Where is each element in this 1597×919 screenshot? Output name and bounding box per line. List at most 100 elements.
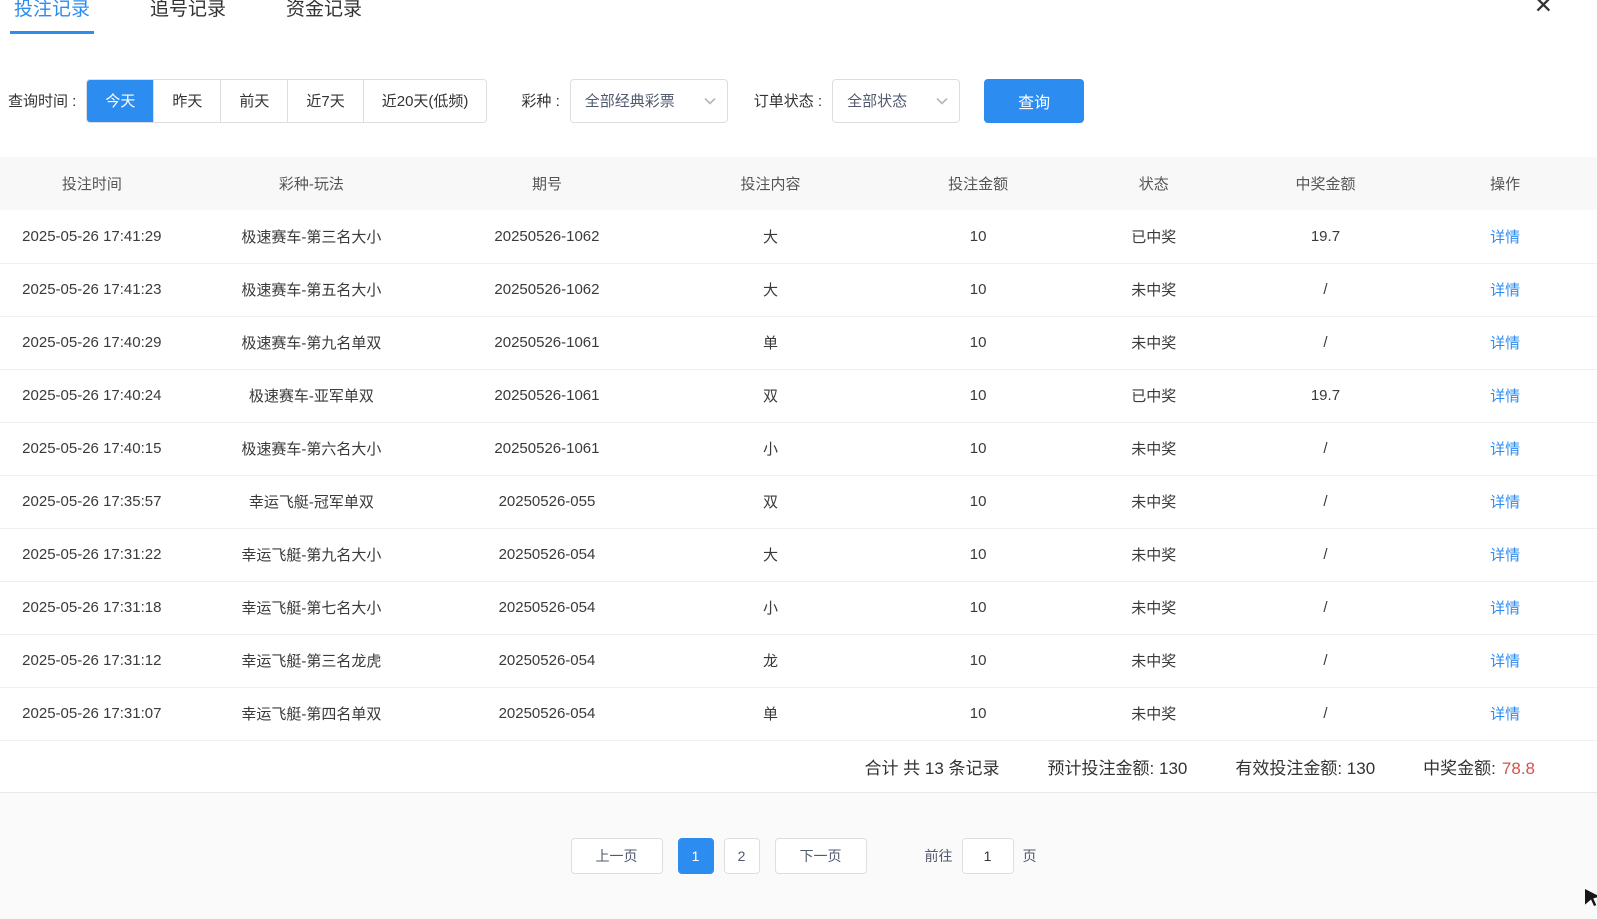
prev-page-button[interactable]: 上一页 xyxy=(571,838,663,874)
order-status-label: 订单状态 : xyxy=(754,90,822,111)
header-actions: 操作 xyxy=(1413,157,1597,210)
issue-number: 20250526-055 xyxy=(439,475,655,528)
time-option-yesterday[interactable]: 昨天 xyxy=(153,80,220,122)
detail-link[interactable]: 详情 xyxy=(1490,653,1520,670)
order-status-select[interactable]: 全部状态 xyxy=(832,79,960,123)
issue-number: 20250526-054 xyxy=(439,687,655,740)
detail-link[interactable]: 详情 xyxy=(1490,706,1520,723)
header-bet-time: 投注时间 xyxy=(0,157,184,210)
game-play: 幸运飞艇-冠军单双 xyxy=(184,475,440,528)
page-button-1[interactable]: 1 xyxy=(678,838,714,874)
time-range-group: 今天 昨天 前天 近7天 近20天(低频) xyxy=(86,79,487,123)
close-icon[interactable]: ✕ xyxy=(1534,0,1553,17)
header-game-play: 彩种-玩法 xyxy=(184,157,440,210)
time-option-day-before[interactable]: 前天 xyxy=(220,80,287,122)
tab-chase-records[interactable]: 追号记录 xyxy=(146,0,230,34)
status-badge: 未中奖 xyxy=(1070,316,1238,369)
bet-content: 大 xyxy=(655,210,887,263)
search-button[interactable]: 查询 xyxy=(984,79,1084,123)
summary-valid-amount: 有效投注金额: 130 xyxy=(1235,754,1375,779)
bet-amount: 10 xyxy=(886,369,1070,422)
bet-content: 小 xyxy=(655,422,887,475)
detail-link[interactable]: 详情 xyxy=(1490,388,1520,405)
lottery-type-value: 全部经典彩票 xyxy=(585,90,675,111)
time-option-20days[interactable]: 近20天(低频) xyxy=(363,80,487,122)
betting-records-panel: 投注记录 追号记录 资金记录 ✕ 查询时间 : 今天 昨天 前天 近7天 近20… xyxy=(0,0,1597,919)
page-button-2[interactable]: 2 xyxy=(724,838,760,874)
issue-number: 20250526-1061 xyxy=(439,422,655,475)
game-play: 幸运飞艇-第三名龙虎 xyxy=(184,634,440,687)
detail-link[interactable]: 详情 xyxy=(1490,600,1520,617)
detail-link[interactable]: 详情 xyxy=(1490,494,1520,511)
bet-time: 2025-05-26 17:41:23 xyxy=(0,263,184,316)
bet-content: 龙 xyxy=(655,634,887,687)
bet-content: 大 xyxy=(655,528,887,581)
game-play: 幸运飞艇-第四名单双 xyxy=(184,687,440,740)
time-option-7days[interactable]: 近7天 xyxy=(287,80,362,122)
status-badge: 已中奖 xyxy=(1070,369,1238,422)
records-table: 投注时间 彩种-玩法 期号 投注内容 投注金额 状态 中奖金额 操作 2025-… xyxy=(0,157,1597,741)
next-page-button[interactable]: 下一页 xyxy=(775,838,867,874)
header-bet-content: 投注内容 xyxy=(655,157,887,210)
detail-link[interactable]: 详情 xyxy=(1490,547,1520,564)
summary-prize-value: 78.8 xyxy=(1502,759,1535,778)
goto-page-input[interactable] xyxy=(962,838,1014,874)
order-status-value: 全部状态 xyxy=(847,90,907,111)
header-issue: 期号 xyxy=(439,157,655,210)
bet-content: 双 xyxy=(655,369,887,422)
table-row: 2025-05-26 17:31:07 幸运飞艇-第四名单双 20250526-… xyxy=(0,687,1597,740)
prize-amount: 19.7 xyxy=(1238,210,1414,263)
bet-time: 2025-05-26 17:40:29 xyxy=(0,316,184,369)
header-status: 状态 xyxy=(1070,157,1238,210)
bet-amount: 10 xyxy=(886,316,1070,369)
status-badge: 未中奖 xyxy=(1070,422,1238,475)
goto-page-suffix: 页 xyxy=(1023,846,1037,866)
table-row: 2025-05-26 17:41:23 极速赛车-第五名大小 20250526-… xyxy=(0,263,1597,316)
bet-amount: 10 xyxy=(886,528,1070,581)
time-filter-label: 查询时间 : xyxy=(8,90,76,111)
detail-link[interactable]: 详情 xyxy=(1490,229,1520,246)
prize-amount: / xyxy=(1238,687,1414,740)
detail-link[interactable]: 详情 xyxy=(1490,335,1520,352)
prize-amount: / xyxy=(1238,422,1414,475)
bet-time: 2025-05-26 17:35:57 xyxy=(0,475,184,528)
game-play: 幸运飞艇-第七名大小 xyxy=(184,581,440,634)
prize-amount: / xyxy=(1238,581,1414,634)
chevron-down-icon xyxy=(703,94,717,108)
bet-time: 2025-05-26 17:31:22 xyxy=(0,528,184,581)
goto-page-label: 前往 xyxy=(925,846,953,866)
status-badge: 未中奖 xyxy=(1070,263,1238,316)
pagination-footer: 上一页 1 2 下一页 前往 页 xyxy=(0,793,1597,919)
bet-content: 大 xyxy=(655,263,887,316)
bet-time: 2025-05-26 17:31:12 xyxy=(0,634,184,687)
issue-number: 20250526-1061 xyxy=(439,316,655,369)
detail-link[interactable]: 详情 xyxy=(1490,282,1520,299)
table-row: 2025-05-26 17:35:57 幸运飞艇-冠军单双 20250526-0… xyxy=(0,475,1597,528)
table-row: 2025-05-26 17:31:18 幸运飞艇-第七名大小 20250526-… xyxy=(0,581,1597,634)
tab-fund-records[interactable]: 资金记录 xyxy=(282,0,366,34)
game-play: 幸运飞艇-第九名大小 xyxy=(184,528,440,581)
table-row: 2025-05-26 17:40:24 极速赛车-亚军单双 20250526-1… xyxy=(0,369,1597,422)
bet-time: 2025-05-26 17:31:07 xyxy=(0,687,184,740)
lottery-type-select[interactable]: 全部经典彩票 xyxy=(570,79,728,123)
detail-link[interactable]: 详情 xyxy=(1490,441,1520,458)
summary-total-count: 合计 共 13 条记录 xyxy=(864,754,999,779)
status-badge: 未中奖 xyxy=(1070,475,1238,528)
prize-amount: / xyxy=(1238,528,1414,581)
status-badge: 未中奖 xyxy=(1070,634,1238,687)
game-play: 极速赛车-亚军单双 xyxy=(184,369,440,422)
bet-content: 单 xyxy=(655,687,887,740)
game-play: 极速赛车-第三名大小 xyxy=(184,210,440,263)
status-badge: 未中奖 xyxy=(1070,687,1238,740)
table-header-row: 投注时间 彩种-玩法 期号 投注内容 投注金额 状态 中奖金额 操作 xyxy=(0,157,1597,210)
game-play: 极速赛车-第五名大小 xyxy=(184,263,440,316)
issue-number: 20250526-1061 xyxy=(439,369,655,422)
filter-bar: 查询时间 : 今天 昨天 前天 近7天 近20天(低频) 彩种 : 全部经典彩票… xyxy=(8,78,1597,123)
tab-betting-records[interactable]: 投注记录 xyxy=(10,0,94,34)
prize-amount: / xyxy=(1238,634,1414,687)
time-option-today[interactable]: 今天 xyxy=(87,80,153,122)
bet-amount: 10 xyxy=(886,581,1070,634)
issue-number: 20250526-1062 xyxy=(439,210,655,263)
status-badge: 未中奖 xyxy=(1070,528,1238,581)
game-play: 极速赛车-第九名单双 xyxy=(184,316,440,369)
